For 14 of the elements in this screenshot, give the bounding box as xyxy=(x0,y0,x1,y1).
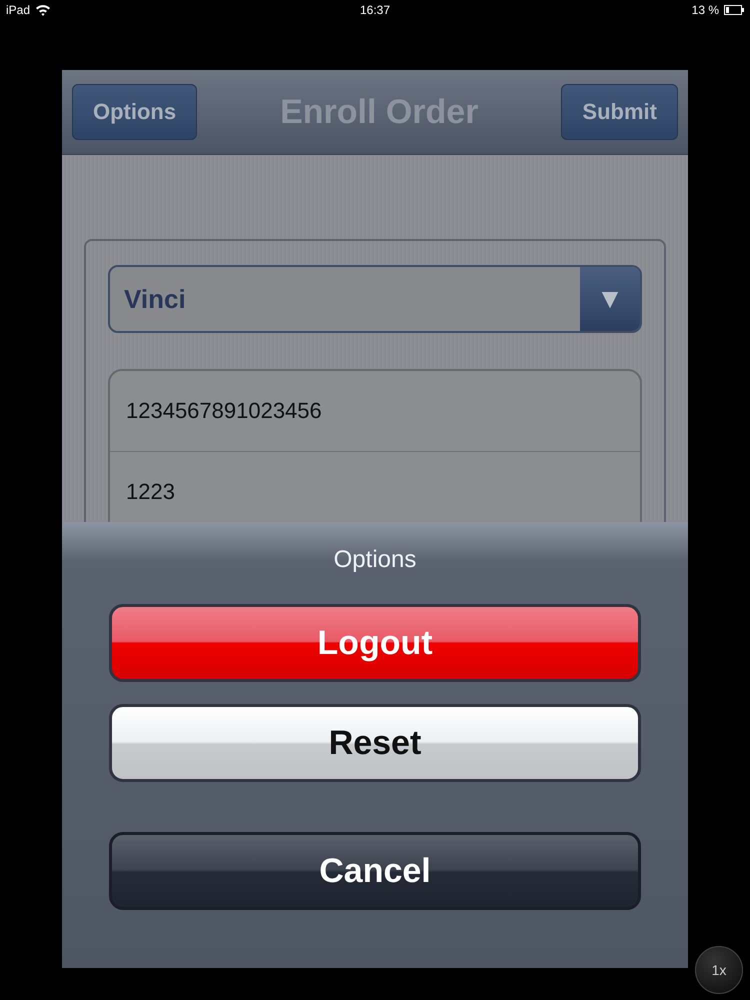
input-field[interactable]: 1234567891023456 xyxy=(110,371,640,452)
battery-percent: 13 % xyxy=(692,3,719,17)
sheet-title: Options xyxy=(334,546,416,574)
logout-button[interactable]: Logout xyxy=(109,604,641,682)
reset-button[interactable]: Reset xyxy=(109,704,641,782)
carrier-label: iPad xyxy=(6,3,30,17)
submit-button[interactable]: Submit xyxy=(561,84,678,140)
cancel-button[interactable]: Cancel xyxy=(109,832,641,910)
customer-dropdown[interactable]: Vinci ▼ xyxy=(108,265,642,333)
options-button[interactable]: Options xyxy=(72,84,198,140)
wifi-icon xyxy=(35,4,52,16)
clock-time: 16:37 xyxy=(360,3,390,17)
zoom-badge[interactable]: 1x xyxy=(695,946,743,994)
battery-icon xyxy=(724,5,744,15)
